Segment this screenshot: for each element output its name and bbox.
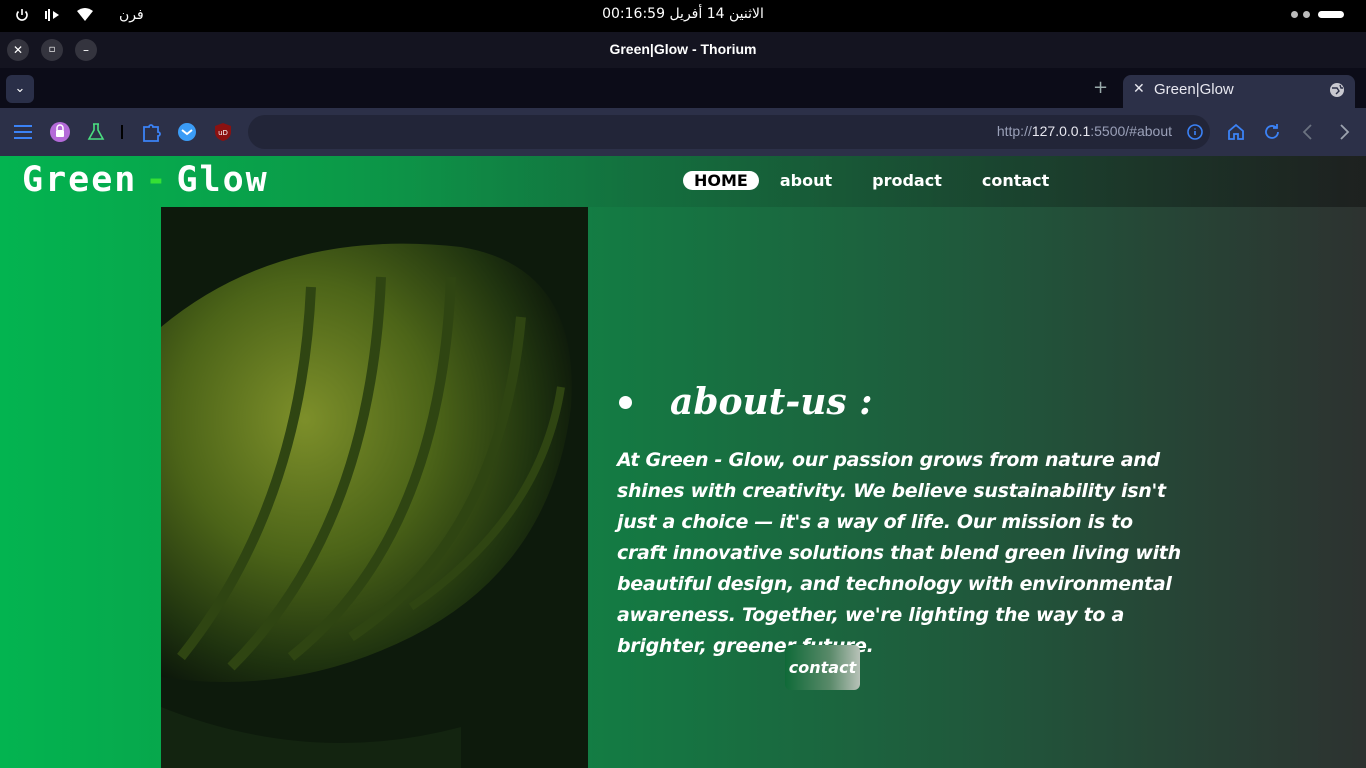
window-title-bar: ✕ ▫ – Green|Glow - Thorium <box>0 32 1366 68</box>
extensions-icon[interactable] <box>140 121 162 143</box>
nav-home[interactable]: HOME <box>683 171 759 190</box>
url-text[interactable]: http://127.0.0.1:5500/#about <box>997 123 1172 139</box>
chevron-down-icon: ⌄ <box>14 81 26 96</box>
about-heading: about-us : <box>617 381 1197 423</box>
site-header: Green - Glow HOME about prodact contact <box>0 156 1366 207</box>
address-bar[interactable]: http://127.0.0.1:5500/#about <box>248 115 1210 149</box>
ublock-icon[interactable]: uD <box>212 121 234 143</box>
workspace-indicator[interactable] <box>1291 11 1344 18</box>
window-title: Green|Glow - Thorium <box>609 41 757 57</box>
site-logo[interactable]: Green - Glow <box>22 160 269 200</box>
tab-label: Green|Glow <box>1154 81 1234 98</box>
tab-strip: ⌄ + ✕ Green|Glow <box>0 68 1366 108</box>
tab-green-glow[interactable]: ✕ Green|Glow <box>1123 75 1355 108</box>
new-tab-button[interactable]: + <box>1093 77 1108 98</box>
site-info-icon[interactable] <box>1184 121 1206 143</box>
browser-toolbar: uD http://127.0.0.1:5500/#about <box>0 108 1366 156</box>
nav-prodact[interactable]: prodact <box>872 171 942 190</box>
profile-icon[interactable] <box>49 121 71 143</box>
tab-list-button[interactable]: ⌄ <box>6 75 34 103</box>
menu-icon[interactable] <box>12 121 34 143</box>
home-icon[interactable] <box>1225 121 1247 143</box>
toolbar-divider <box>120 121 124 143</box>
contact-button[interactable]: contact <box>785 645 860 690</box>
about-paragraph: At Green - Glow, our passion grows from … <box>617 449 1181 657</box>
leaf-photo <box>161 207 588 768</box>
close-tab-icon[interactable]: ✕ <box>1133 81 1145 97</box>
reload-icon[interactable] <box>1261 121 1283 143</box>
system-clock[interactable]: الاثنين 14 أفريل 00:16:59 <box>0 6 1366 22</box>
nav-contact[interactable]: contact <box>982 171 1049 190</box>
extension-blue-icon[interactable] <box>176 121 198 143</box>
nav-about[interactable]: about <box>780 171 832 190</box>
site-nav: HOME about prodact contact <box>683 171 1089 190</box>
about-section: about-us : At Green - Glow, our passion … <box>617 381 1197 662</box>
os-top-bar: فرن الاثنين 14 أفريل 00:16:59 <box>0 0 1366 32</box>
svg-text:uD: uD <box>218 129 228 137</box>
globe-icon <box>1329 82 1345 102</box>
bullet-icon <box>619 395 632 409</box>
flask-icon[interactable] <box>85 121 107 143</box>
page-viewport: Green-Glow HOME about prodact contact <box>0 156 1366 768</box>
forward-icon[interactable] <box>1333 121 1355 143</box>
back-icon[interactable] <box>1297 121 1319 143</box>
